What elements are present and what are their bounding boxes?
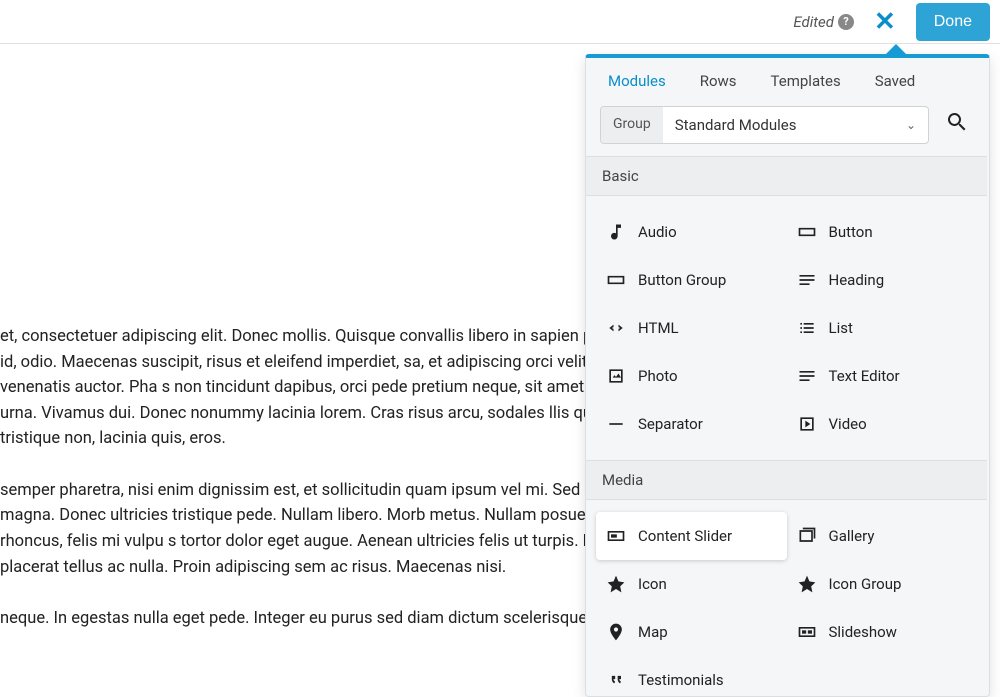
group-label: Group [601, 107, 663, 143]
search-icon[interactable] [939, 110, 975, 140]
edited-status: Edited ? [793, 13, 854, 31]
tab-templates[interactable]: Templates [771, 72, 841, 90]
module-video[interactable]: Video [787, 400, 978, 448]
button-icon [797, 222, 817, 242]
filter-row: Group Standard Modules ⌄ [586, 100, 989, 156]
tab-saved[interactable]: Saved [875, 72, 916, 90]
module-heading[interactable]: Heading [787, 256, 978, 304]
module-icon[interactable]: Icon [596, 560, 787, 608]
help-icon[interactable]: ? [838, 14, 854, 30]
done-button[interactable]: Done [916, 3, 990, 41]
module-button-group[interactable]: Button Group [596, 256, 787, 304]
panel-tabs: Modules Rows Templates Saved [586, 58, 989, 100]
group-select[interactable]: Group Standard Modules ⌄ [600, 106, 929, 144]
list-icon [797, 318, 817, 338]
module-html[interactable]: HTML [596, 304, 787, 352]
module-testimonials[interactable]: Testimonials [596, 656, 787, 696]
button-group-icon [606, 270, 626, 290]
section-media-header: Media [586, 460, 987, 500]
group-value: Standard Modules ⌄ [663, 107, 928, 143]
section-basic-header: Basic [586, 156, 987, 196]
html-icon [606, 318, 626, 338]
star-icon [797, 574, 817, 594]
text-editor-icon [797, 366, 817, 386]
close-button[interactable]: ✕ [868, 7, 902, 37]
quote-icon [606, 670, 626, 690]
photo-icon [606, 366, 626, 386]
topbar: Edited ? ✕ Done [0, 0, 1000, 44]
panel-body: Basic Audio Button Button Group Heading … [586, 156, 989, 696]
gallery-icon [797, 526, 817, 546]
heading-icon [797, 270, 817, 290]
media-grid: Content Slider Gallery Icon Icon Group M… [586, 500, 987, 696]
module-gallery[interactable]: Gallery [787, 512, 978, 560]
video-icon [797, 414, 817, 434]
slideshow-icon [797, 622, 817, 642]
module-icon-group[interactable]: Icon Group [787, 560, 978, 608]
modules-panel: Modules Rows Templates Saved Group Stand… [585, 54, 990, 697]
separator-icon [606, 414, 626, 434]
module-text-editor[interactable]: Text Editor [787, 352, 978, 400]
content-slider-icon [606, 526, 626, 546]
module-map[interactable]: Map [596, 608, 787, 656]
module-separator[interactable]: Separator [596, 400, 787, 448]
module-photo[interactable]: Photo [596, 352, 787, 400]
module-slideshow[interactable]: Slideshow [787, 608, 978, 656]
tab-modules[interactable]: Modules [608, 72, 666, 90]
module-content-slider[interactable]: Content Slider [596, 512, 787, 560]
basic-grid: Audio Button Button Group Heading HTML L… [586, 196, 987, 460]
map-icon [606, 622, 626, 642]
module-list[interactable]: List [787, 304, 978, 352]
star-icon [606, 574, 626, 594]
module-button[interactable]: Button [787, 208, 978, 256]
audio-icon [606, 222, 626, 242]
chevron-down-icon: ⌄ [906, 118, 916, 132]
module-audio[interactable]: Audio [596, 208, 787, 256]
tab-rows[interactable]: Rows [700, 72, 737, 90]
